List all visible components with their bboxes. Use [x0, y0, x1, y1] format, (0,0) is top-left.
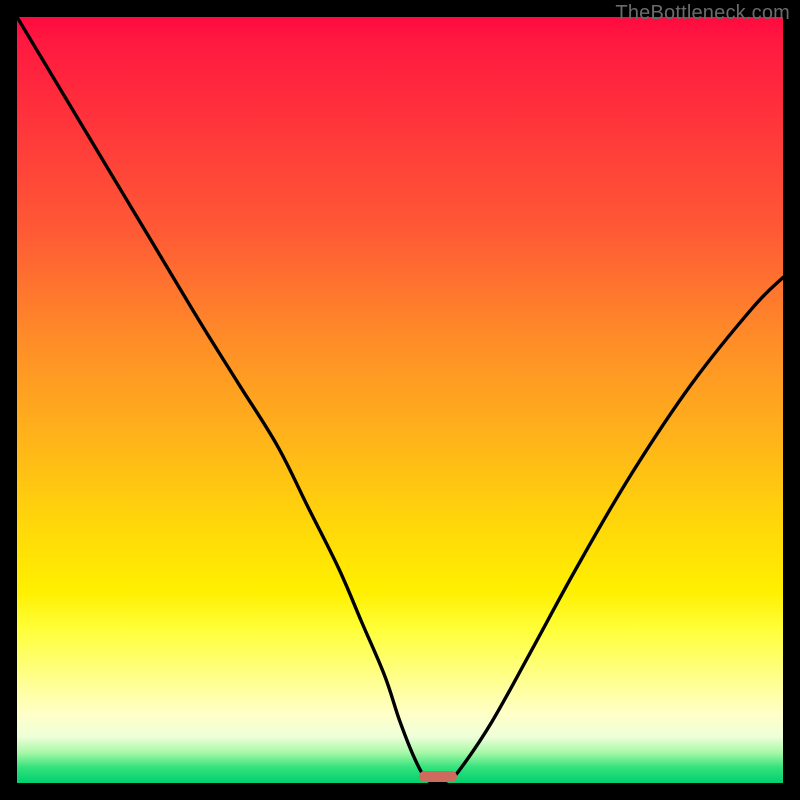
optimum-marker [419, 771, 457, 782]
bottleneck-curve [17, 17, 783, 783]
chart-frame: TheBottleneck.com [0, 0, 800, 800]
plot-area [17, 17, 783, 783]
watermark-text: TheBottleneck.com [615, 2, 790, 25]
